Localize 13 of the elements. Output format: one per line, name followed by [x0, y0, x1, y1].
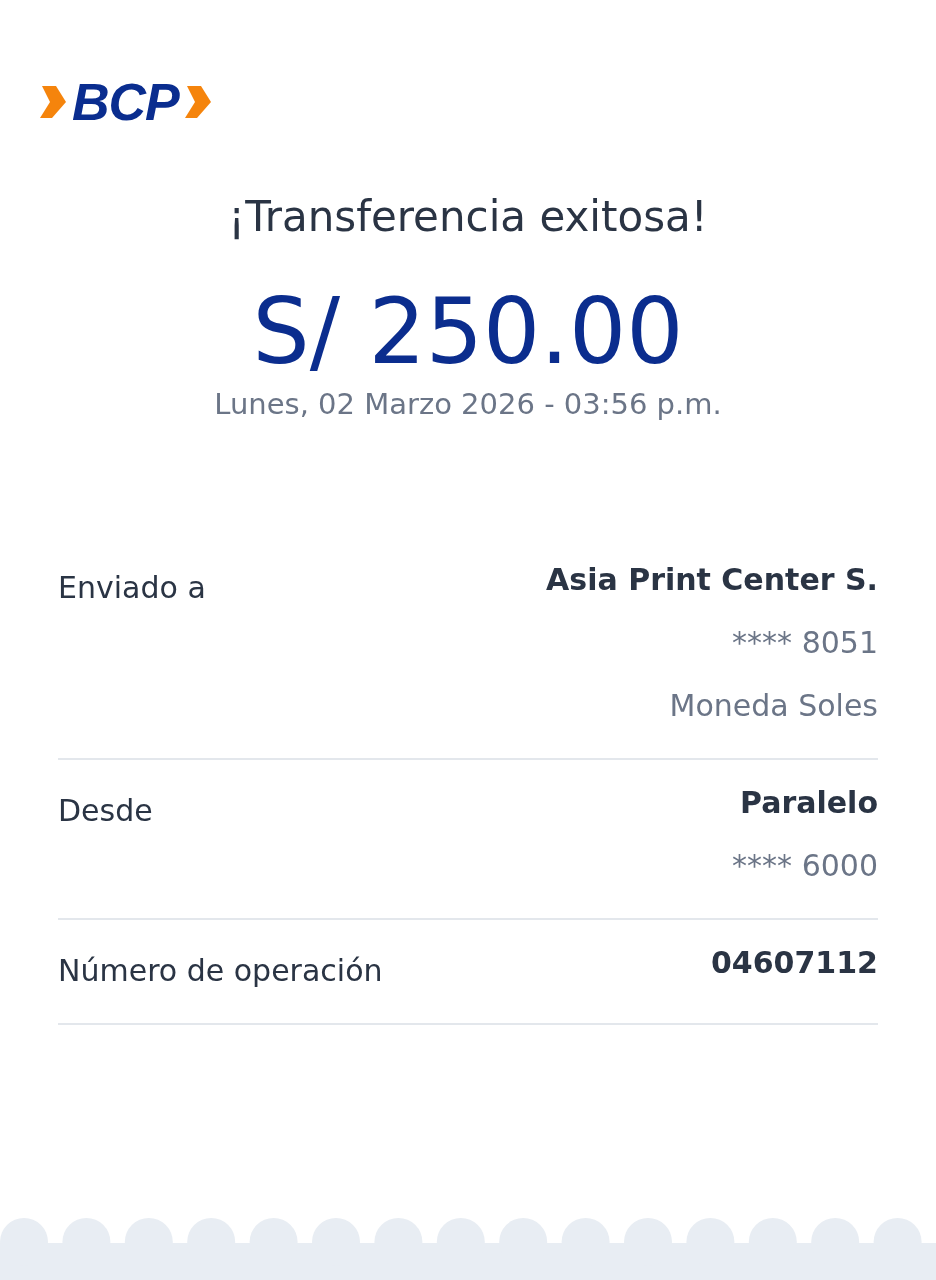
detail-value: 04607112: [711, 943, 878, 982]
detail-subtext: Moneda Soles: [669, 686, 878, 725]
detail-value: Asia Print Center S.: [546, 560, 878, 599]
date-time: Lunes, 02 Marzo 2026 - 03:56 p.m.: [214, 386, 722, 423]
detail-subtext: **** 8051: [732, 623, 878, 662]
detail-label: Desde: [58, 791, 153, 830]
detail-label: Número de operación: [58, 951, 383, 990]
detail-subtext: **** 6000: [732, 846, 878, 885]
detail-label: Enviado a: [58, 568, 206, 607]
detail-value: Paralelo: [740, 783, 878, 822]
logo-text: BCP: [72, 75, 179, 128]
title: ¡Transferencia exitosa!: [227, 191, 709, 243]
amount: S/ 250.00: [252, 282, 684, 381]
